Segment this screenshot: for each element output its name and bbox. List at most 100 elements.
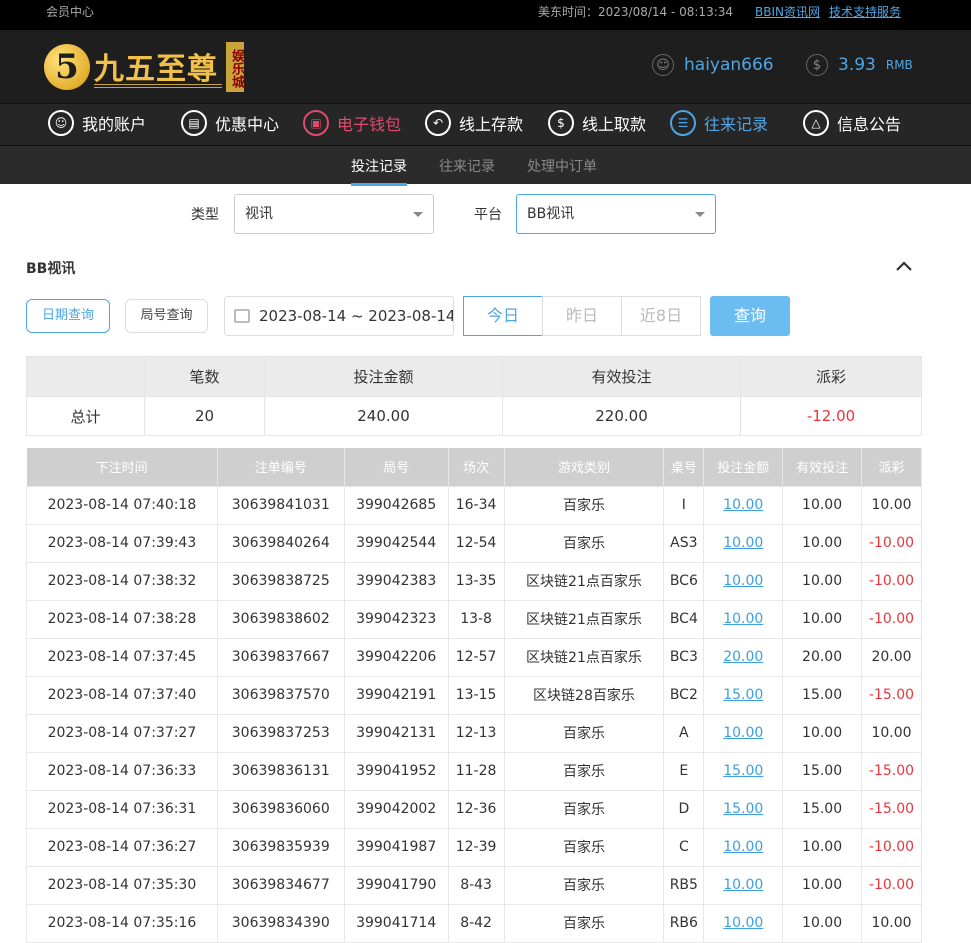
bbin-news-link[interactable]: BBIN资讯网 [755,3,820,20]
table-row: 2023-08-14 07:37:45 30639837667 399042206 1… [26,637,922,677]
table-cell: E [663,751,705,791]
table-cell: 2023-08-14 07:35:16 [26,903,218,943]
tab-bet-records[interactable]: 投注记录 [351,156,407,186]
summary-cell: 240.00 [264,396,503,436]
bet-amount-link[interactable]: 10.00 [723,915,763,931]
chevron-up-icon[interactable] [894,256,914,276]
summary-header [26,356,145,397]
table-cell: 10.00 [861,713,922,753]
summary-table: 笔数 投注金额 有效投注 派彩 总计 20 240.00 220.00 -12.… [26,356,922,436]
table-row: 2023-08-14 07:35:16 30639834390 399041714 8… [26,903,922,943]
bet-amount-link[interactable]: 10.00 [723,725,763,741]
round-query-button[interactable]: 局号查询 [125,299,208,333]
table-cell: 30639836060 [216,789,345,829]
table-header-cell: 有效投注 [782,448,862,486]
nav-label: 电子钱包 [337,115,402,134]
table-cell: 2023-08-14 07:40:18 [26,485,218,525]
table-cell: 2023-08-14 07:37:27 [26,713,218,753]
table-cell: 30639834390 [216,903,345,943]
table-row: 2023-08-14 07:36:33 30639836131 399041952 1… [26,751,922,791]
deposit-icon: ↶ [425,110,451,136]
table-cell: 2023-08-14 07:38:32 [26,561,218,601]
table-header-cell: 投注金额 [703,448,784,486]
table-cell: 10.00 [861,485,922,525]
table-cell: 30639838725 [216,561,345,601]
table-cell: -10.00 [861,561,922,601]
table-header-cell: 游戏类别 [504,448,665,486]
table-cell: 399041987 [343,827,449,867]
table-row: 2023-08-14 07:37:27 30639837253 399042131 1… [26,713,922,753]
table-cell: 13-35 [447,561,505,601]
summary-cell: 总计 [26,396,145,436]
bet-amount-link[interactable]: 15.00 [723,801,763,817]
table-header-cell: 桌号 [663,448,705,486]
table-cell: 399042191 [343,675,449,715]
bet-amount-link[interactable]: 20.00 [723,649,763,665]
table-cell: 10.00 [703,827,784,867]
summary-cell: 220.00 [502,396,741,436]
logo-ornament [94,84,222,88]
tech-support-link[interactable]: 技术支持服务 [829,3,901,20]
table-cell: -10.00 [861,865,922,905]
logo[interactable]: 5 九五至尊 娱乐城 [44,40,244,96]
bet-amount-link[interactable]: 10.00 [723,611,763,627]
table-cell: 30639837570 [216,675,345,715]
table-cell: 百家乐 [503,789,665,829]
bet-amount-link[interactable]: 10.00 [723,839,763,855]
table-cell: -10.00 [861,523,922,563]
table-cell: 15.00 [782,751,862,791]
table-cell: 10.00 [703,599,784,639]
table-cell: 10.00 [782,485,862,525]
member-center-link[interactable]: 会员中心 [46,3,94,20]
date-query-button[interactable]: 日期查询 [26,299,110,333]
table-cell: 15.00 [782,789,862,829]
sub-nav: 投注记录 往来记录 处理中订单 [0,146,971,186]
table-cell: 30639835939 [216,827,345,867]
nav-my-account[interactable]: ☺ 我的账户 [48,110,146,136]
table-row: 2023-08-14 07:37:40 30639837570 399042191 1… [26,675,922,715]
tab-transactions[interactable]: 往来记录 [439,156,495,176]
table-cell: 399041714 [343,903,449,943]
nav-promotions[interactable]: ▤ 优惠中心 [181,110,279,136]
balance-info[interactable]: $ 3.93 RMB [806,54,913,76]
table-cell: 百家乐 [503,713,665,753]
bet-amount-link[interactable]: 10.00 [723,497,763,513]
bet-amount-link[interactable]: 10.00 [723,573,763,589]
filters: 类型 视讯 平台 BB视讯 [0,184,971,244]
search-button[interactable]: 查询 [710,296,790,336]
type-select[interactable]: 视讯 [234,194,434,234]
bet-amount-link[interactable]: 10.00 [723,877,763,893]
user-info[interactable]: ☺ haiyan666 [652,54,774,76]
table-cell: 399042131 [343,713,449,753]
table-cell: D [663,789,705,829]
nav-label: 信息公告 [837,115,902,134]
dollar-icon: $ [806,54,828,76]
bet-amount-link[interactable]: 10.00 [723,535,763,551]
yesterday-button[interactable]: 昨日 [542,296,622,336]
chevron-down-icon [413,212,423,217]
table-cell: 20.00 [703,637,784,677]
nav-e-wallet[interactable]: ▣ 电子钱包 [303,110,401,136]
date-range-input[interactable]: 2023-08-14 ~ 2023-08-14 [224,296,454,336]
table-cell: 399042206 [343,637,449,677]
nav-online-withdraw[interactable]: $ 线上取款 [548,110,646,136]
table-cell: 10.00 [703,485,784,525]
nav-label: 我的账户 [82,115,147,134]
nav-online-deposit[interactable]: ↶ 线上存款 [425,110,523,136]
chevron-down-icon [695,212,705,217]
tab-pending-orders[interactable]: 处理中订单 [527,156,597,176]
nav-label: 往来记录 [704,115,769,134]
table-cell: 2023-08-14 07:37:45 [26,637,218,677]
nav-announcements[interactable]: △ 信息公告 [803,110,901,136]
table-cell: 12-36 [447,789,505,829]
last-8-days-button[interactable]: 近8日 [621,296,701,336]
table-row: 2023-08-14 07:35:30 30639834677 399041790 8… [26,865,922,905]
table-cell: 13-15 [447,675,505,715]
table-cell: 10.00 [782,523,862,563]
nav-records[interactable]: ☰ 往来记录 [670,110,768,136]
platform-select[interactable]: BB视讯 [516,194,716,234]
today-button[interactable]: 今日 [463,296,543,336]
platform-label: 平台 [474,207,502,223]
bet-amount-link[interactable]: 15.00 [723,687,763,703]
bet-amount-link[interactable]: 15.00 [723,763,763,779]
